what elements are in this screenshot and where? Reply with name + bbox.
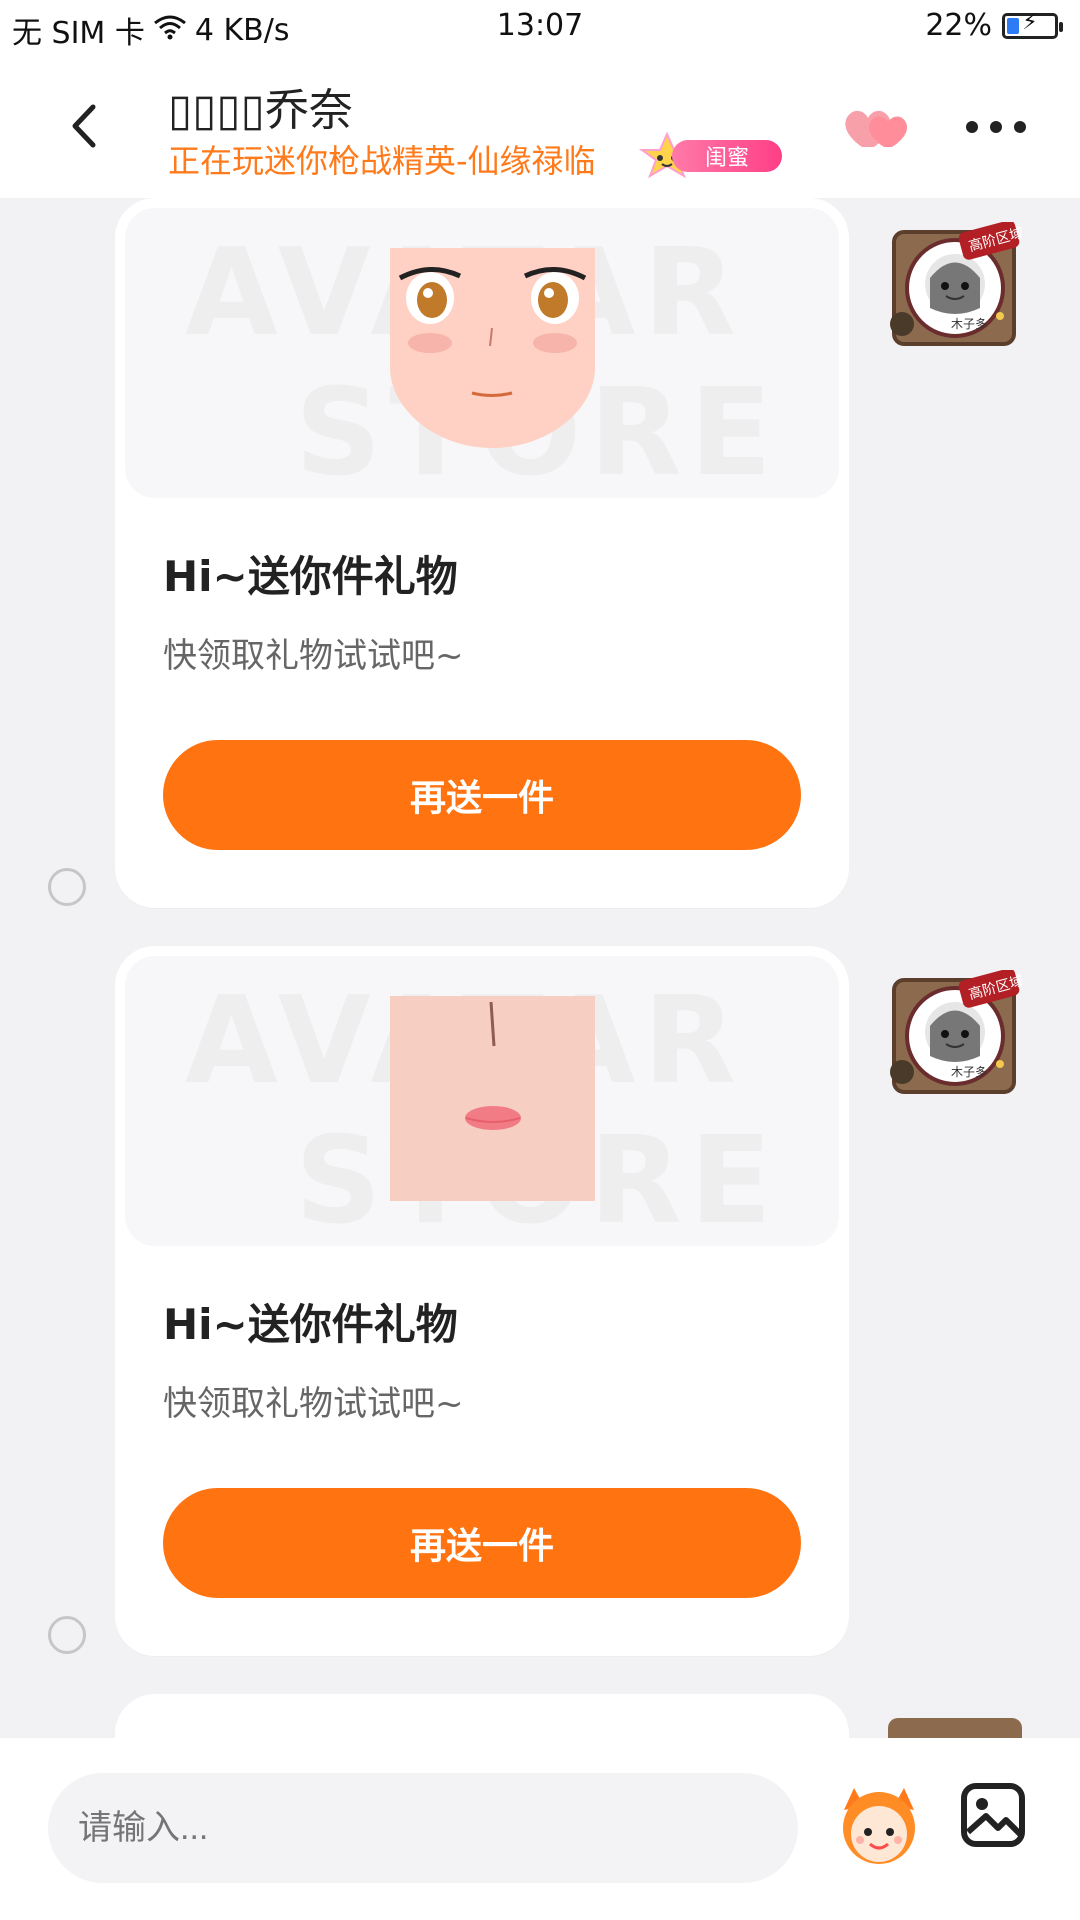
badge-label: 闺蜜 [672,140,782,172]
avatar-signature: 木子多 [951,317,987,331]
mouth-item-image [390,996,595,1201]
contact-name: ▯▯▯▯乔奈 [168,85,353,136]
select-circle[interactable] [48,868,86,906]
gift-title: Hi~送你件礼物 [163,552,458,601]
more-dot [1014,121,1026,133]
relation-badge: 闺蜜 [632,131,787,180]
avatar-signature: 木子多 [951,1065,987,1079]
battery-icon: ⚡ [1002,10,1063,39]
more-button[interactable] [966,112,1026,142]
gift-subtitle: 快领取礼物试试吧~ [163,636,464,676]
mascot-icon[interactable] [834,1780,924,1870]
avatar-partial[interactable] [888,1718,1022,1738]
status-right: 22% ⚡ [925,8,1063,43]
status-time: 13:07 [496,8,584,43]
image-button[interactable] [958,1780,1028,1850]
status-bar: 无 SIM 卡 4 KB/s 13:07 22% ⚡ [0,0,1080,56]
gift-card[interactable]: AVATAR STORE [115,198,849,908]
more-dot [990,121,1002,133]
select-circle[interactable] [48,1616,86,1654]
input-bar [0,1738,1080,1920]
gift-preview: AVATAR STORE [125,956,839,1246]
contact-status: 正在玩迷你枪战精英-仙缘禄临 [168,142,596,180]
gift-message: AVATAR STORE Hi~送你件礼物 快领取礼物试试吧~ 再送一件 [0,946,1080,1666]
message-input[interactable] [48,1773,798,1883]
chat-header: ▯▯▯▯乔奈 正在玩迷你枪战精英-仙缘禄临 闺蜜 [0,56,1080,198]
gift-card-partial[interactable] [115,1694,849,1738]
gift-title: Hi~送你件礼物 [163,1300,458,1349]
avatar[interactable]: 高阶区域 木子多 [888,220,1025,352]
gift-preview: AVATAR STORE [125,208,839,498]
gift-card[interactable]: AVATAR STORE Hi~送你件礼物 快领取礼物试试吧~ 再送一件 [115,946,849,1656]
battery-percentage: 22% [925,8,992,43]
face-item-image [390,248,595,453]
back-button[interactable] [55,96,115,156]
chevron-left-icon [72,104,96,148]
gift-message: AVATAR STORE [0,198,1080,918]
hearts-icon[interactable] [840,102,912,152]
chat-area: AVATAR STORE [0,198,1080,1738]
more-dot [966,121,978,133]
send-again-button[interactable]: 再送一件 [163,740,801,850]
send-again-button[interactable]: 再送一件 [163,1488,801,1598]
avatar[interactable]: 高阶区域 木子多 [888,968,1025,1100]
gift-subtitle: 快领取礼物试试吧~ [163,1384,464,1424]
image-icon [961,1783,1025,1847]
